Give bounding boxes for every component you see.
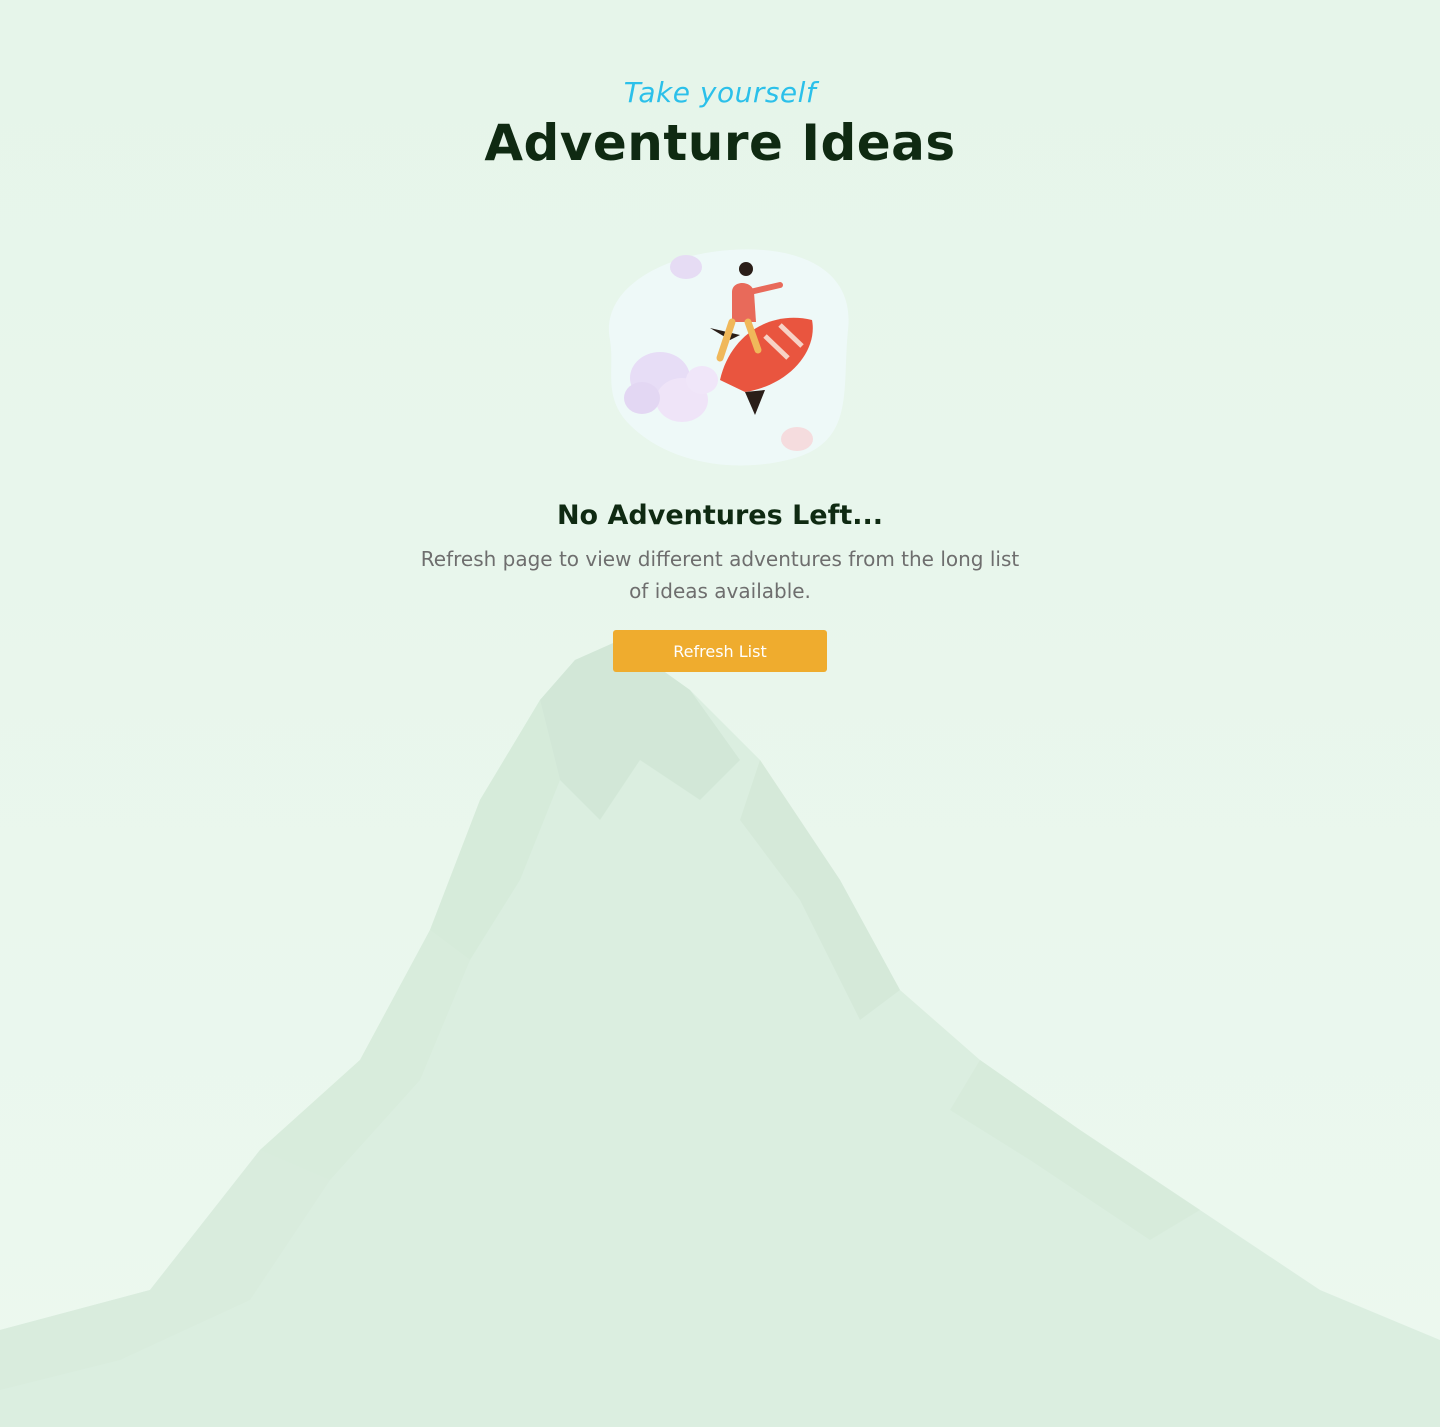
empty-state-heading: No Adventures Left... <box>556 500 884 531</box>
section-eyebrow: Take yourself <box>623 76 817 109</box>
page-title: Adventure Ideas <box>484 114 956 172</box>
refresh-list-button[interactable]: Refresh List <box>613 630 827 672</box>
empty-state-description: Refresh page to view different adventure… <box>420 547 1020 603</box>
mountain-background <box>0 0 1440 1427</box>
rocket-rider-illustration <box>608 249 849 466</box>
